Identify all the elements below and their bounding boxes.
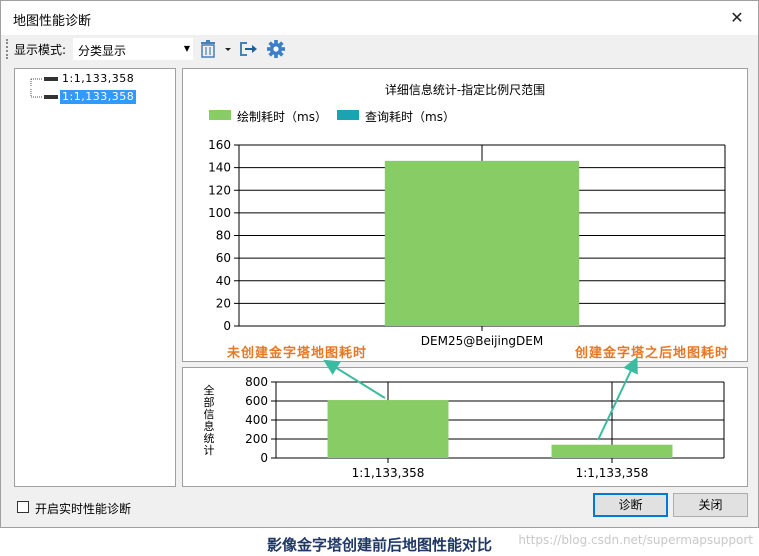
realtime-diagnosis-label: 开启实时性能诊断: [35, 502, 132, 516]
chevron-down-icon: ▼: [183, 44, 190, 53]
display-mode-label: 显示模式:: [14, 43, 67, 57]
y-axis-label: 息: [204, 419, 215, 433]
gear-icon[interactable]: [265, 39, 287, 59]
close-button[interactable]: 关闭: [673, 493, 748, 517]
toolbar: 显示模式: 分类显示 ▼: [1, 35, 758, 63]
watermark: https://blog.csdn.net/supermapsupport: [518, 533, 753, 547]
y-tick-label: 160: [208, 138, 231, 152]
y-tick-label: 0: [223, 319, 231, 333]
close-icon[interactable]: ✕: [726, 7, 748, 29]
trash-icon[interactable]: [197, 39, 219, 59]
x-tick-label: 1:1,133,358: [352, 466, 425, 480]
y-tick-label: 0: [260, 451, 268, 465]
tree-connector: [30, 89, 58, 99]
x-tick-label: DEM25@BeijingDEM: [421, 334, 543, 348]
y-tick-label: 40: [216, 274, 231, 288]
chevron-down-icon[interactable]: [223, 39, 233, 59]
y-tick-label: 140: [208, 161, 231, 175]
title-bar: 地图性能诊断 ✕: [1, 1, 758, 35]
y-tick-label: 200: [245, 432, 268, 446]
tree-item-scale-1[interactable]: 1:1,133,358: [15, 71, 175, 87]
scale-tree: 1:1,133,358 1:1,133,358: [14, 68, 176, 487]
tree-connector: [30, 77, 58, 87]
window-title: 地图性能诊断: [13, 14, 92, 29]
detail-bar-chart: 0 20 40 60 80 100 120 140 160 DEM25@BeijingDEM: [208, 138, 726, 348]
summary-bar-chart: 02004006008001:1,133,358 1:1,133,358全部信息统…: [204, 375, 725, 480]
y-tick-label: 120: [208, 183, 231, 197]
annotation-after-pyramid: 创建金字塔之后地图耗时: [575, 346, 730, 361]
y-tick-label: 800: [245, 375, 268, 389]
y-tick-label: 20: [216, 296, 231, 310]
tree-item-scale-2[interactable]: 1:1,133,358: [15, 89, 175, 105]
bar: [384, 160, 580, 326]
y-tick-label: 600: [245, 394, 268, 408]
detail-chart-panel: 详细信息统计-指定比例尺范围 绘制耗时（ms） 查询耗时（ms） 0 20 40 60…: [182, 68, 748, 362]
y-tick-label: 100: [208, 206, 231, 220]
performance-diagnosis-window: 地图性能诊断 ✕ 显示模式: 分类显示 ▼ 1:1,133,358 1:1,13…: [0, 0, 759, 528]
summary-chart-panel: 0 200 400 600 800 1:1,133,358 1:1,133,358 全部信息统…: [182, 367, 748, 487]
diagnose-button[interactable]: 诊断: [593, 493, 668, 517]
y-tick-label: 80: [216, 229, 231, 243]
realtime-diagnosis-checkbox[interactable]: [17, 501, 29, 513]
y-axis-label: 全: [204, 383, 215, 397]
bar: [551, 444, 673, 458]
display-mode-select[interactable]: 分类显示 ▼: [73, 38, 193, 60]
annotation-before-pyramid: 未创建金字塔地图耗时: [227, 346, 368, 361]
tree-item-label: 1:1,133,358: [62, 72, 135, 85]
y-axis-label: 计: [204, 444, 215, 457]
y-axis-label: 部: [204, 395, 215, 409]
bar: [327, 400, 449, 458]
export-icon[interactable]: [237, 39, 259, 59]
tree-item-label: 1:1,133,358: [60, 90, 137, 104]
display-mode-value: 分类显示: [78, 44, 127, 58]
y-tick-label: 400: [245, 413, 268, 427]
y-tick-label: 60: [216, 251, 231, 265]
x-tick-label: 1:1,133,358: [576, 466, 649, 480]
toolbar-grip: [6, 39, 8, 59]
